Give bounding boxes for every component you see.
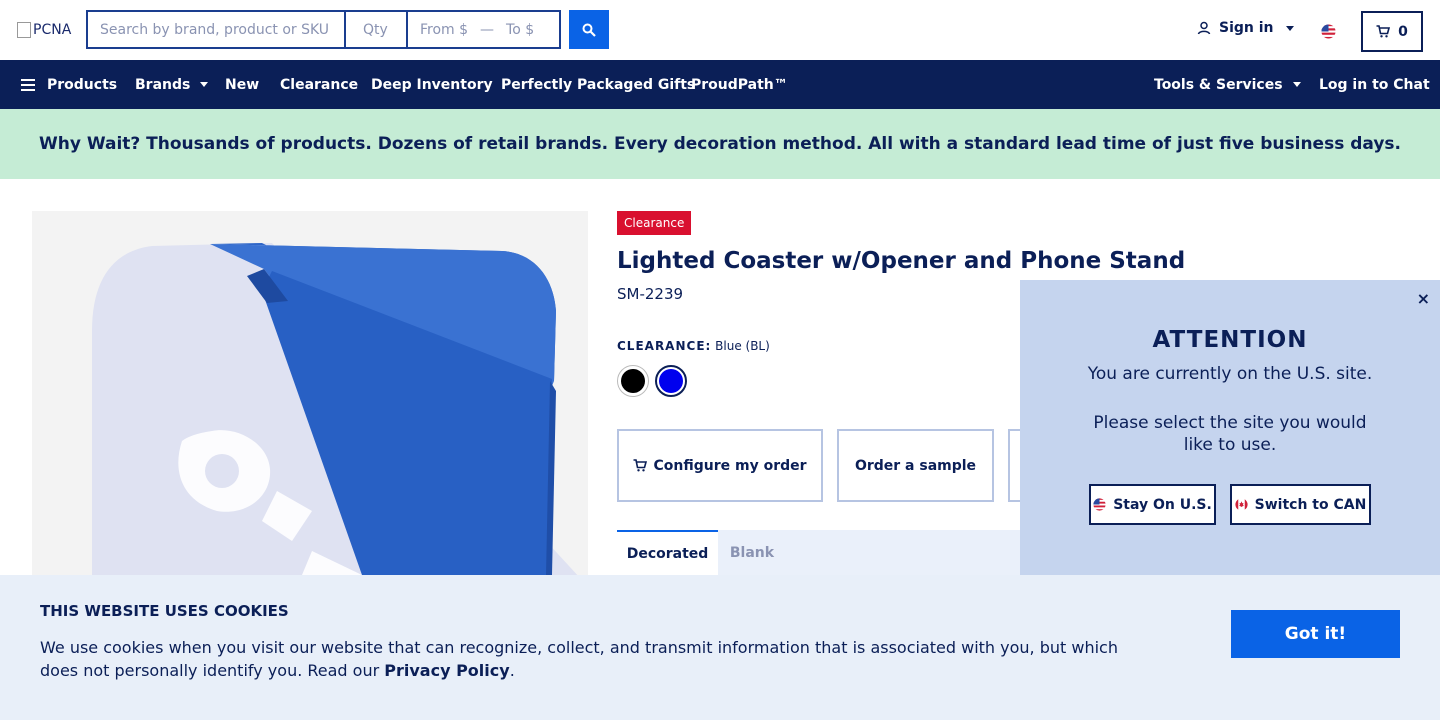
- swatch-blue[interactable]: [655, 365, 687, 397]
- price-separator: —: [480, 21, 495, 38]
- main-nav: Products Brands New Clearance Deep Inven…: [0, 60, 1440, 109]
- qty-placeholder: Qty: [363, 21, 388, 38]
- price-range: From $ — To $: [408, 12, 559, 47]
- order-sample-label: Order a sample: [854, 457, 977, 474]
- promo-banner: Why Wait? Thousands of products. Dozens …: [0, 109, 1440, 179]
- clearance-badge-label: Clearance: [624, 216, 685, 230]
- hamburger-icon: [21, 78, 35, 91]
- nav-products[interactable]: Products: [21, 60, 117, 109]
- color-selection-label: CLEARANCE: Blue (BL): [617, 339, 770, 353]
- chevron-down-icon: [1292, 82, 1301, 87]
- coaster-illustration: [92, 243, 578, 575]
- sign-in-label: Sign in: [1219, 20, 1274, 36]
- cart-count: 0: [1398, 23, 1408, 40]
- canada-flag-icon: [1235, 498, 1248, 511]
- price-from-input[interactable]: From $: [420, 22, 468, 38]
- product-sku: SM-2239: [617, 285, 684, 303]
- swatch-black-dot: [621, 369, 645, 393]
- cookie-body-text: We use cookies when you visit our websit…: [40, 638, 1118, 680]
- configure-order-button[interactable]: Configure my order: [617, 429, 823, 502]
- nav-clearance[interactable]: Clearance: [280, 60, 358, 109]
- cookie-title: THIS WEBSITE USES COOKIES: [40, 602, 289, 620]
- site-header: PCNA Search by brand, product or SKU Qty…: [0, 0, 1440, 60]
- nav-brands[interactable]: Brands: [135, 60, 209, 109]
- color-label-key: CLEARANCE:: [617, 339, 712, 353]
- nav-products-label: Products: [47, 76, 118, 93]
- user-icon: [1197, 21, 1211, 35]
- us-flag-icon[interactable]: [1321, 24, 1336, 43]
- search-icon: [582, 23, 596, 37]
- close-icon[interactable]: ×: [1417, 289, 1430, 308]
- tab-decorated-label: Decorated: [626, 545, 709, 562]
- nav-deep-inventory[interactable]: Deep Inventory: [371, 60, 493, 109]
- switch-to-can-button[interactable]: Switch to CAN: [1230, 484, 1371, 525]
- broken-image-icon: [17, 22, 31, 38]
- swatch-black[interactable]: [617, 365, 649, 397]
- nav-tools-label: Tools & Services: [1154, 76, 1283, 93]
- product-title: Lighted Coaster w/Opener and Phone Stand: [617, 248, 1186, 274]
- cookie-body-end: .: [509, 661, 515, 680]
- nav-tools-services[interactable]: Tools & Services: [1154, 60, 1301, 109]
- price-to-input[interactable]: To $: [506, 22, 534, 38]
- cart-icon: [633, 459, 648, 472]
- logo-alt-text: PCNA: [33, 22, 72, 38]
- pcna-logo[interactable]: PCNA: [17, 22, 71, 38]
- nav-new-label: New: [225, 76, 260, 93]
- nav-proudpath-label: ProudPath™: [691, 76, 788, 93]
- swatch-blue-dot: [659, 369, 683, 393]
- product-image[interactable]: [32, 211, 588, 575]
- nav-gifts[interactable]: Perfectly Packaged Gifts: [501, 60, 695, 109]
- attention-instruction: Please select the site you would like to…: [1093, 413, 1367, 455]
- accept-cookies-button[interactable]: Got it!: [1231, 610, 1400, 658]
- attention-current-site: You are currently on the U.S. site.: [1087, 364, 1373, 384]
- cookie-banner: THIS WEBSITE USES COOKIES We use cookies…: [0, 575, 1440, 720]
- stay-on-us-label: Stay On U.S.: [1113, 496, 1212, 513]
- configure-order-label: Configure my order: [653, 457, 807, 474]
- nav-chat[interactable]: Log in to Chat: [1319, 60, 1430, 109]
- nav-gifts-label: Perfectly Packaged Gifts: [501, 76, 696, 93]
- search-button[interactable]: [569, 10, 609, 49]
- nav-proudpath[interactable]: ProudPath™: [691, 60, 788, 109]
- tab-blank-label: Blank: [729, 544, 775, 561]
- us-flag-icon: [1093, 498, 1106, 511]
- color-label-value: Blue (BL): [715, 339, 770, 353]
- nav-deep-inventory-label: Deep Inventory: [371, 76, 493, 93]
- cart-icon: [1376, 25, 1391, 38]
- attention-title: ATTENTION: [1152, 327, 1308, 353]
- cookie-text: We use cookies when you visit our websit…: [40, 636, 1140, 682]
- order-sample-button[interactable]: Order a sample: [837, 429, 994, 502]
- clearance-badge: Clearance: [617, 211, 692, 235]
- privacy-policy-link[interactable]: Privacy Policy: [384, 661, 509, 680]
- search-placeholder: Search by brand, product or SKU: [100, 21, 330, 38]
- site-selector-modal: × ATTENTION You are currently on the U.S…: [1020, 280, 1440, 575]
- nav-new[interactable]: New: [225, 60, 259, 109]
- accept-cookies-label: Got it!: [1284, 624, 1347, 644]
- search-input[interactable]: Search by brand, product or SKU: [88, 12, 346, 47]
- nav-chat-label: Log in to Chat: [1319, 76, 1430, 93]
- search-bar: Search by brand, product or SKU Qty From…: [86, 10, 561, 49]
- sign-in-button[interactable]: Sign in: [1197, 20, 1294, 36]
- stay-on-us-button[interactable]: Stay On U.S.: [1089, 484, 1216, 525]
- switch-to-can-label: Switch to CAN: [1254, 496, 1367, 513]
- tab-decorated[interactable]: Decorated: [617, 530, 718, 575]
- chevron-down-icon: [1285, 25, 1294, 31]
- promo-text: Why Wait? Thousands of products. Dozens …: [38, 134, 1402, 154]
- tab-blank[interactable]: Blank: [718, 530, 786, 575]
- chevron-down-icon: [200, 82, 209, 87]
- cart-button[interactable]: 0: [1361, 11, 1423, 52]
- nav-clearance-label: Clearance: [280, 76, 359, 93]
- nav-brands-label: Brands: [135, 76, 191, 93]
- qty-input[interactable]: Qty: [346, 12, 408, 47]
